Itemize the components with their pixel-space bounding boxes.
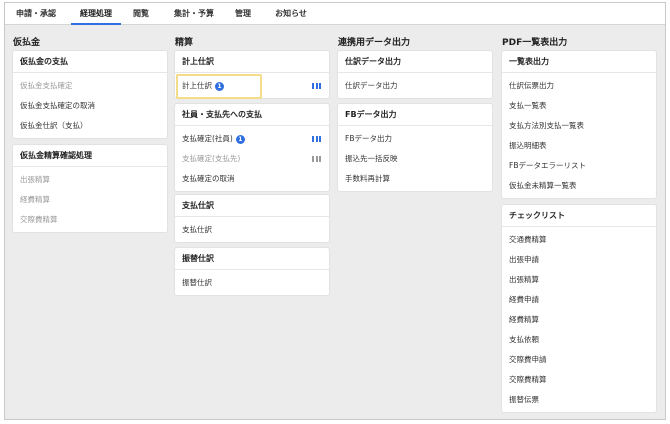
menu-item-label: 計上仕訳 [182, 81, 212, 90]
menu-item-shiwake-data-shutsuryoku[interactable]: 仕訳データ出力 [338, 76, 492, 96]
menu-item-shutcho-shinsei[interactable]: 出張申請 [502, 250, 656, 270]
card-header: 振替仕訳 [175, 248, 329, 270]
menu-item-kosaihi-seisan: 交際費精算 [20, 215, 58, 224]
menu-item-kosaihi-shinsei[interactable]: 交際費申請 [502, 350, 656, 370]
menu-item-shiharai-kakutei-torikeshi[interactable]: 支払確定の取消 [175, 169, 329, 189]
tab-shinsei-shonin[interactable]: 申請・承認 [9, 3, 63, 25]
menu-item-karibarai-miseisan-ichiranhyo[interactable]: 仮払金未精算一覧表 [502, 176, 656, 196]
menu-item-fb-data-error-list[interactable]: FBデータエラーリスト [502, 156, 656, 176]
card-karibarai-shiharai: 仮払金の支払 仮払金支払確定 仮払金支払確定の取消 仮払金仕訳（支払） [13, 51, 167, 138]
card-shain-shiharaisaki: 社員・支払先への支払 支払確定(社員) 1 支払確定(支払先) 支払確定の取消 [175, 104, 329, 191]
menu-item-shiwake-denpyo-shutsuryoku[interactable]: 仕訳伝票出力 [502, 76, 656, 96]
tab-kanri[interactable]: 管理 [231, 3, 255, 25]
card-checklist: チェックリスト 交通費精算 出張申請 出張精算 経費申請 経費精算 支払依頼 交… [502, 205, 656, 412]
card-keijo-shiwake: 計上仕訳 計上仕訳 1 [175, 51, 329, 99]
menu-item-shiharai-kakutei-shiharaisaki: 支払確定(支払先) [175, 149, 329, 169]
menu-item-keijo-shiwake[interactable]: 計上仕訳 1 [175, 76, 329, 96]
card-header: 仮払金の支払 [13, 51, 167, 73]
column-title-renkei: 連携用データ出力 [338, 38, 411, 48]
tab-shukei-yosan[interactable]: 集計・予算 [168, 3, 220, 25]
card-header: FBデータ出力 [338, 104, 492, 126]
menu-item-kotsuhi-seisan[interactable]: 交通費精算 [502, 230, 656, 250]
menu-item-tesuryo-saikeisan[interactable]: 手数料再計算 [338, 169, 492, 189]
chart-icon[interactable] [312, 136, 321, 142]
app-frame: 申請・承認 経理処理 閲覧 集計・予算 管理 お知らせ 仮払金 仮払金の支払 仮… [4, 2, 666, 420]
menu-item-shiharai-hoho-betsu-ichiranhyo[interactable]: 支払方法別支払一覧表 [502, 116, 656, 136]
card-header: 社員・支払先への支払 [175, 104, 329, 126]
menu-item-keihi-seisan: 経費精算 [20, 195, 50, 204]
menu-item-shutcho-seisan: 出張精算 [20, 175, 50, 184]
chart-icon [312, 156, 321, 162]
tab-etsuran[interactable]: 閲覧 [129, 3, 153, 25]
card-header: 仮払金精算確認処理 [13, 145, 167, 167]
menu-item-label: 支払確定(支払先) [182, 154, 241, 163]
menu-item-karibarai-shiwake[interactable]: 仮払金仕訳（支払） [13, 116, 167, 136]
card-fb-data-shutsuryoku: FBデータ出力 FBデータ出力 振込先一括反映 手数料再計算 [338, 104, 492, 191]
menu-item-keihi-seisan[interactable]: 経費精算 [502, 310, 656, 330]
menu-item-keihi-shinsei[interactable]: 経費申請 [502, 290, 656, 310]
column-title-pdf: PDF一覧表出力 [502, 38, 568, 48]
menu-item-furikae-shiwake[interactable]: 振替仕訳 [175, 273, 329, 293]
menu-item-fb-data-shutsuryoku[interactable]: FBデータ出力 [338, 129, 492, 149]
card-header: 支払仕訳 [175, 195, 329, 217]
menu-item-shutcho-seisan[interactable]: 出張精算 [502, 270, 656, 290]
menu-item-shiharai-ichiranhyo[interactable]: 支払一覧表 [502, 96, 656, 116]
card-header: 計上仕訳 [175, 51, 329, 73]
menu-item-shiharai-irai[interactable]: 支払依頼 [502, 330, 656, 350]
card-shiharai-shiwake: 支払仕訳 支払仕訳 [175, 195, 329, 242]
card-furikae-shiwake: 振替仕訳 振替仕訳 [175, 248, 329, 295]
column-title-seisan: 精算 [175, 38, 194, 48]
tab-keiri-shori[interactable]: 経理処理 [71, 3, 121, 25]
card-shiwake-data-shutsuryoku: 仕訳データ出力 仕訳データ出力 [338, 51, 492, 98]
menu-item-kosaihi-seisan[interactable]: 交際費精算 [502, 370, 656, 390]
menu-item-karibarai-shiharai-kakutei-torikeshi[interactable]: 仮払金支払確定の取消 [13, 96, 167, 116]
menu-item-karibarai-shiharai-kakutei: 仮払金支払確定 [20, 81, 73, 90]
menu-item-shiharai-kakutei-shain[interactable]: 支払確定(社員) 1 [175, 129, 329, 149]
menu-item-shiharai-shiwake[interactable]: 支払仕訳 [175, 220, 329, 240]
menu-item-furikomi-meisaihyo[interactable]: 振込明細表 [502, 136, 656, 156]
card-header: 仕訳データ出力 [338, 51, 492, 73]
menu-item-label: 支払確定(社員) [182, 134, 233, 143]
top-nav: 申請・承認 経理処理 閲覧 集計・予算 管理 お知らせ [5, 3, 665, 25]
card-header: 一覧表出力 [502, 51, 656, 73]
count-badge: 1 [215, 81, 224, 91]
card-karibarai-seisan-kakunin: 仮払金精算確認処理 出張精算 経費精算 交際費精算 [13, 145, 167, 232]
menu-item-furikae-denpyo[interactable]: 振替伝票 [502, 390, 656, 410]
menu-item-furikomisaki-ikkatsu-hanei[interactable]: 振込先一括反映 [338, 149, 492, 169]
chart-icon[interactable] [312, 83, 321, 89]
card-header: チェックリスト [502, 205, 656, 227]
card-ichiranhyo-shutsuryoku: 一覧表出力 仕訳伝票出力 支払一覧表 支払方法別支払一覧表 振込明細表 FBデー… [502, 51, 656, 198]
tab-oshirase[interactable]: お知らせ [271, 3, 311, 25]
column-title-karibarai: 仮払金 [13, 38, 41, 48]
count-badge: 1 [235, 134, 245, 144]
